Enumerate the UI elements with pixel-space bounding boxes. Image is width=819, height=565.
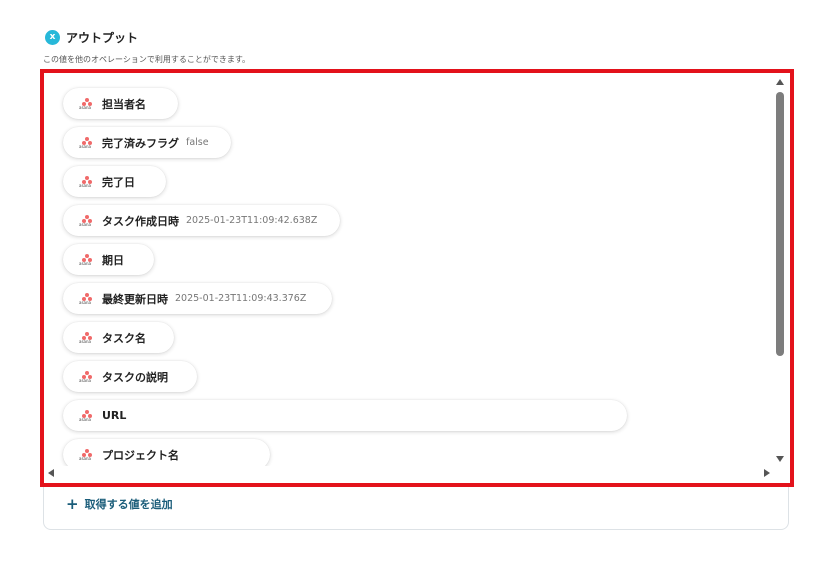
add-output-value-label: 取得する値を追加 xyxy=(84,498,173,511)
section-title: アウトプット xyxy=(66,31,139,45)
output-item-label: タスクの説明 xyxy=(102,370,168,384)
vertical-scrollbar[interactable] xyxy=(773,75,788,466)
asana-icon: asana xyxy=(79,215,94,227)
output-item-label: 最終更新日時 xyxy=(102,292,168,306)
asana-icon: asana xyxy=(79,137,94,149)
scroll-right-arrow-icon[interactable] xyxy=(764,469,770,477)
output-item-value: false xyxy=(186,137,209,148)
asana-icon: asana xyxy=(79,254,94,266)
output-item-project-name[interactable]: asana プロジェクト名 xyxy=(63,439,270,466)
output-item-label: プロジェクト名 xyxy=(102,448,179,462)
output-item-label: タスク名 xyxy=(102,331,146,345)
output-item-label: 担当者名 xyxy=(102,97,146,111)
output-item-completed-flag[interactable]: asana 完了済みフラグ false xyxy=(63,127,231,158)
output-item-label: URL xyxy=(102,409,127,422)
asana-icon: asana xyxy=(79,410,94,422)
output-item-due-date[interactable]: asana 期日 xyxy=(63,244,154,275)
output-item-label: 完了日 xyxy=(102,175,135,189)
scroll-left-arrow-icon[interactable] xyxy=(48,469,54,477)
horizontal-scrollbar[interactable] xyxy=(45,466,773,480)
output-icon: x xyxy=(45,30,60,45)
asana-icon: asana xyxy=(79,176,94,188)
output-item-assignee[interactable]: asana 担当者名 xyxy=(63,88,178,119)
asana-icon: asana xyxy=(79,332,94,344)
output-item-value: 2025-01-23T11:09:42.638Z xyxy=(186,215,318,226)
scrollbar-thumb[interactable] xyxy=(776,92,784,356)
asana-icon: asana xyxy=(79,293,94,305)
output-item-url[interactable]: asana URL xyxy=(63,400,627,431)
asana-icon: asana xyxy=(79,449,94,461)
asana-icon: asana xyxy=(79,371,94,383)
add-output-value-button[interactable]: + 取得する値を追加 xyxy=(66,496,173,512)
scroll-down-arrow-icon[interactable] xyxy=(776,456,784,462)
output-item-task-created-at[interactable]: asana タスク作成日時 2025-01-23T11:09:42.638Z xyxy=(63,205,340,236)
output-item-value: 2025-01-23T11:09:43.376Z xyxy=(175,293,307,304)
asana-icon: asana xyxy=(79,98,94,110)
scroll-up-arrow-icon[interactable] xyxy=(776,79,784,85)
output-item-task-name[interactable]: asana タスク名 xyxy=(63,322,174,353)
output-item-last-updated-at[interactable]: asana 最終更新日時 2025-01-23T11:09:43.376Z xyxy=(63,283,332,314)
output-header: x アウトプット xyxy=(45,29,138,46)
output-list[interactable]: asana 担当者名 asana 完了済みフラグ false asana 完了日… xyxy=(45,75,773,466)
section-description: この値を他のオペレーションで利用することができます。 xyxy=(43,55,251,64)
plus-icon: + xyxy=(66,494,79,513)
output-item-label: 完了済みフラグ xyxy=(102,136,179,150)
output-item-label: タスク作成日時 xyxy=(102,214,179,228)
output-item-completed-date[interactable]: asana 完了日 xyxy=(63,166,166,197)
output-item-label: 期日 xyxy=(102,253,124,267)
output-item-task-description[interactable]: asana タスクの説明 xyxy=(63,361,197,392)
